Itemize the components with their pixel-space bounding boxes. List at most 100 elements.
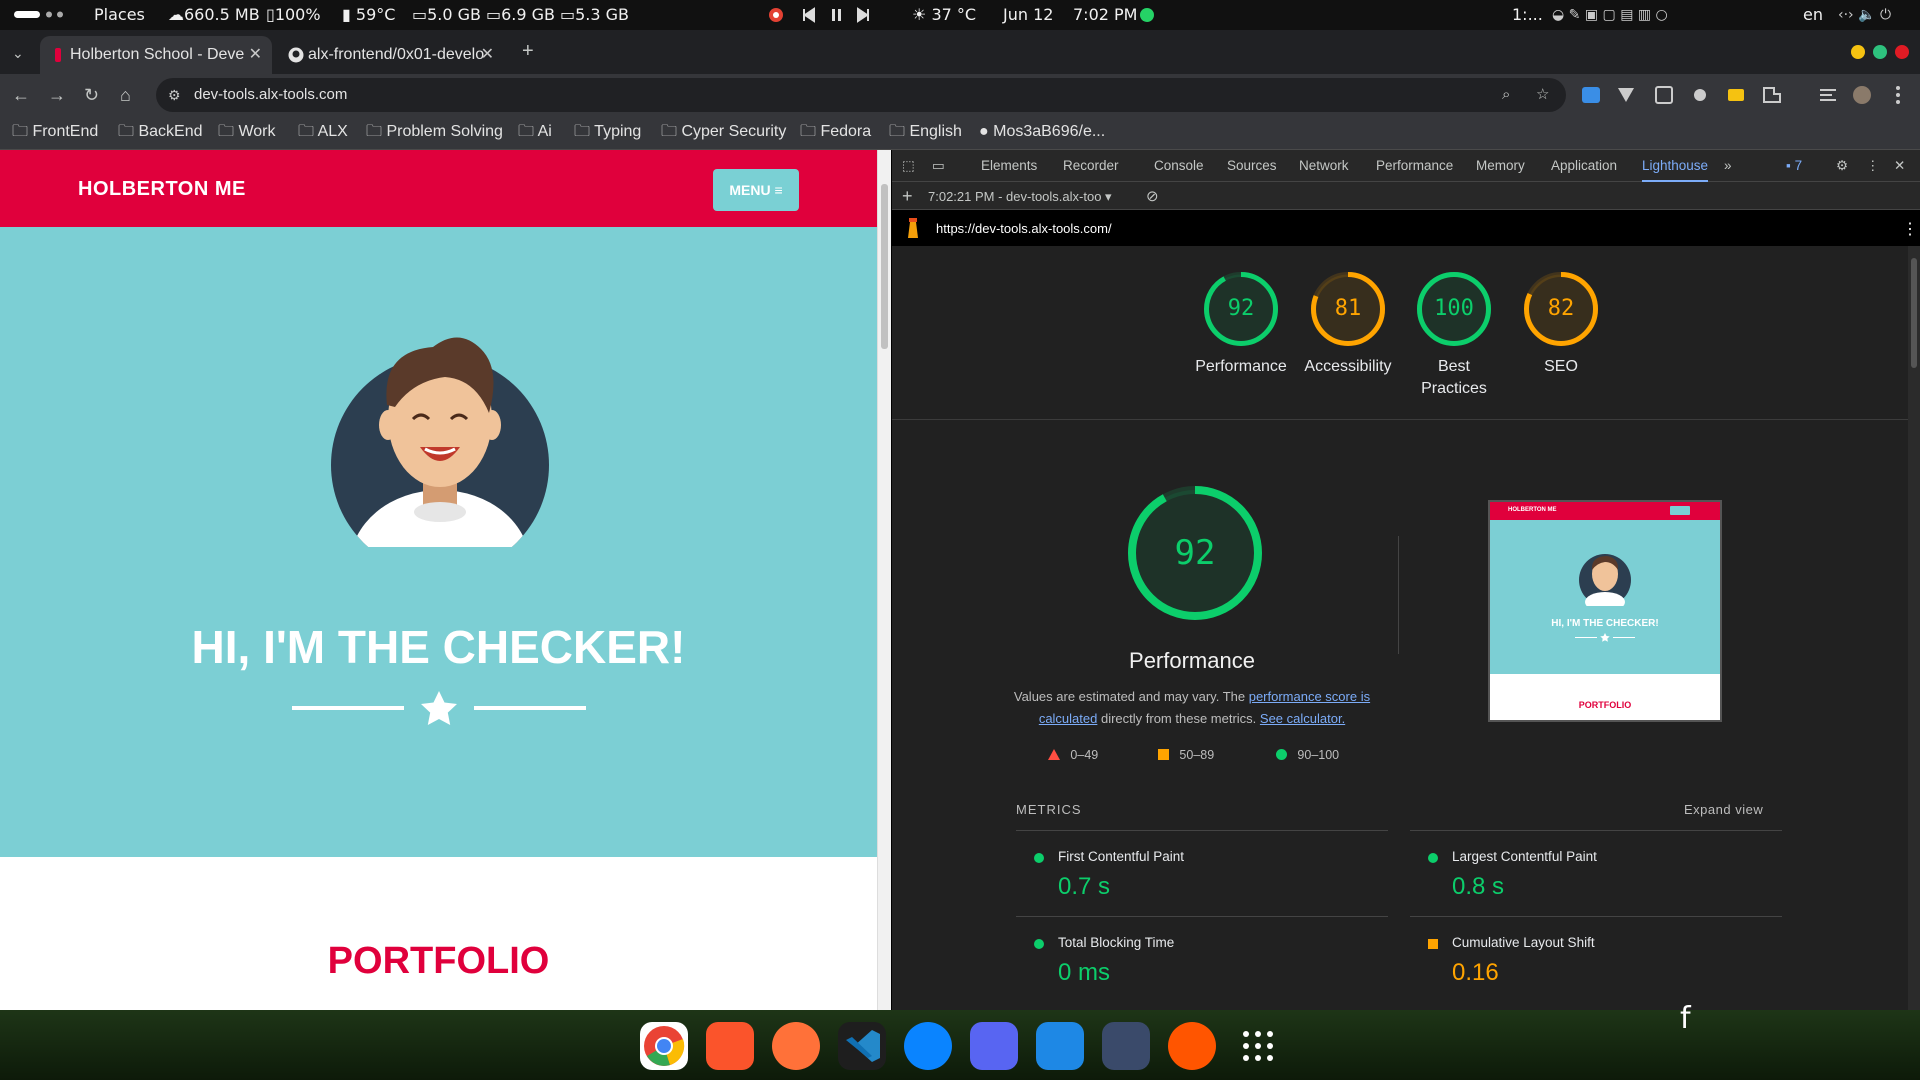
report-selector[interactable]: 7:02:21 PM - dev-tools.alx-too ▾ [928, 189, 1112, 205]
drive-icon: ▭ [560, 5, 576, 24]
star-icon[interactable]: ☆ [1536, 86, 1549, 104]
keyboard-language[interactable]: en [1803, 0, 1823, 30]
bookmark-folder[interactable]: 🗀 Ai [518, 116, 552, 148]
tab-search-icon[interactable]: ⌄ [12, 44, 24, 62]
finder-icon[interactable] [1036, 1022, 1084, 1070]
bookmark-folder[interactable]: 🗀 ALX [298, 116, 348, 148]
chrome-icon[interactable] [640, 1022, 688, 1070]
discord-icon[interactable] [970, 1022, 1018, 1070]
vscode-icon[interactable] [838, 1022, 886, 1070]
soundcloud-icon[interactable] [1168, 1022, 1216, 1070]
legend-label: 90–100 [1297, 748, 1340, 762]
folder-icon: 🗀 [298, 123, 318, 140]
address-bar[interactable]: ⚙ dev-tools.alx-tools.com ⌕ ☆ [156, 78, 1566, 112]
drive-icon: ▭ [486, 5, 502, 24]
settings-icon[interactable]: ⚙ [1836, 150, 1848, 182]
folder-icon: 🗀 [889, 123, 910, 140]
new-report-icon[interactable]: + [902, 186, 913, 207]
score-gauge-best-practices[interactable]: 100 Best Practices [1417, 272, 1491, 397]
bookmark-folder[interactable]: 🗀 Fedora [800, 116, 871, 148]
bookmark-folder[interactable]: 🗀 Problem Solving [366, 116, 503, 148]
home-icon[interactable]: ⌂ [120, 86, 131, 104]
scrollbar-thumb[interactable] [881, 184, 888, 349]
holberton-favicon [50, 47, 66, 63]
bookmark-folder[interactable]: 🗀 Typing [574, 116, 641, 148]
places-menu[interactable]: Places [94, 0, 145, 30]
tab-sources[interactable]: Sources [1227, 150, 1277, 182]
issues-badge[interactable]: ▪ 7 [1786, 150, 1802, 182]
score-gauge-accessibility[interactable]: 81 Accessibility [1304, 272, 1392, 375]
thunderbird-icon[interactable] [904, 1022, 952, 1070]
score-gauge-seo[interactable]: 82 SEO [1524, 272, 1598, 375]
score-gauge-performance[interactable]: 92 Performance [1195, 272, 1287, 375]
extension-icons[interactable] [1580, 84, 1910, 106]
sun-icon: ☀ [912, 5, 932, 24]
tray-icons[interactable]: ◒ ✎ ▣ ▢ ▤ ▥ ○ [1552, 0, 1668, 30]
page-screenshot-thumbnail[interactable]: HOLBERTON ME HI, I'M THE CHECKER! PORTFO… [1488, 500, 1722, 722]
menu-button[interactable]: MENU ≡ [713, 169, 799, 211]
legend-label: 50–89 [1179, 748, 1215, 762]
page-scrollbar[interactable] [877, 150, 891, 1010]
brave-icon[interactable] [706, 1022, 754, 1070]
device-toolbar-icon[interactable]: ▭ [932, 150, 945, 182]
tab-lighthouse[interactable]: Lighthouse [1642, 150, 1709, 182]
kebab-menu-icon[interactable]: ⋮ [1866, 150, 1880, 182]
app-grid-icon[interactable] [1234, 1022, 1282, 1070]
report-menu-icon[interactable]: ⋮ [1902, 219, 1918, 239]
tab-github[interactable]: alx-frontend/0x01-develo ✕ [278, 36, 504, 74]
site-logo[interactable]: HOLBERTON ME [78, 178, 246, 201]
workspace-indicator[interactable] [14, 0, 64, 30]
avatar [325, 327, 555, 547]
window-controls[interactable] [1850, 44, 1916, 60]
clock-date[interactable]: Jun 12 [1003, 0, 1053, 30]
score-label: Best Practices [1421, 358, 1487, 397]
tab-console[interactable]: Console [1154, 150, 1204, 182]
battery-indicator: ▯100% [266, 0, 321, 30]
clear-icon[interactable]: ⊘ [1146, 187, 1159, 205]
clock-time[interactable]: 7:02 PM [1073, 0, 1137, 30]
inspect-icon[interactable]: ⬚ [902, 150, 915, 182]
bookmark-github[interactable]: ● Mos3aB696/e... [979, 116, 1105, 148]
new-tab-icon[interactable]: + [522, 41, 534, 61]
workspace-label[interactable]: 1:... [1512, 0, 1543, 30]
bookmark-folder[interactable]: 🗀 English [889, 116, 962, 148]
triangle-icon [1048, 749, 1060, 760]
system-status-icons[interactable]: ‹·› 🔈 ⏻ [1838, 0, 1891, 30]
site-info-icon[interactable]: ⚙ [168, 86, 181, 104]
bookmark-label: FrontEnd [32, 123, 99, 140]
forward-icon[interactable]: → [48, 86, 66, 104]
more-tabs-icon[interactable]: » [1724, 150, 1732, 182]
report-url[interactable]: https://dev-tools.alx-tools.com/ [936, 221, 1112, 236]
jupyter-icon[interactable] [1102, 1022, 1150, 1070]
tab-application[interactable]: Application [1551, 150, 1617, 182]
status-shape [1428, 853, 1438, 863]
close-icon[interactable]: ✕ [249, 36, 262, 74]
tab-network[interactable]: Network [1299, 150, 1349, 182]
bookmark-folder[interactable]: 🗀 Cyper Security [661, 116, 786, 148]
close-icon[interactable]: ✕ [481, 36, 494, 74]
whatsapp-icon[interactable] [1138, 0, 1156, 30]
tab-memory[interactable]: Memory [1476, 150, 1525, 182]
scrollbar-thumb[interactable] [1911, 258, 1917, 368]
expand-view-toggle[interactable]: Expand view [1684, 802, 1763, 817]
zoom-icon[interactable]: ⌕ [1502, 86, 1510, 104]
report-scrollbar[interactable] [1908, 246, 1920, 1010]
firefox-icon[interactable] [772, 1022, 820, 1070]
close-devtools-icon[interactable]: ✕ [1894, 150, 1905, 182]
disk1-indicator: ▭5.0 GB [412, 0, 481, 30]
devtools-panel: ⬚ ▭ Elements Recorder Console Sources Ne… [892, 150, 1920, 1010]
tab-holberton[interactable]: Holberton School - Deve ✕ [40, 36, 272, 74]
bookmark-folder[interactable]: 🗀 Work [218, 116, 276, 148]
tab-elements[interactable]: Elements [981, 150, 1037, 182]
score-value: 100 [1434, 296, 1474, 321]
tab-performance[interactable]: Performance [1376, 150, 1453, 182]
bookmark-folder[interactable]: 🗀 FrontEnd [12, 116, 98, 148]
calculator-link[interactable]: See calculator. [1260, 711, 1345, 726]
reload-icon[interactable]: ↻ [84, 86, 99, 104]
back-icon[interactable]: ← [12, 86, 30, 104]
bookmark-folder[interactable]: 🗀 BackEnd [118, 116, 203, 148]
metric-lcp: Largest Contentful Paint 0.8 s [1410, 830, 1782, 916]
thumb-hero: HI, I'M THE CHECKER! [1490, 520, 1720, 674]
bookmark-label: Typing [594, 123, 642, 140]
tab-recorder[interactable]: Recorder [1063, 150, 1119, 182]
